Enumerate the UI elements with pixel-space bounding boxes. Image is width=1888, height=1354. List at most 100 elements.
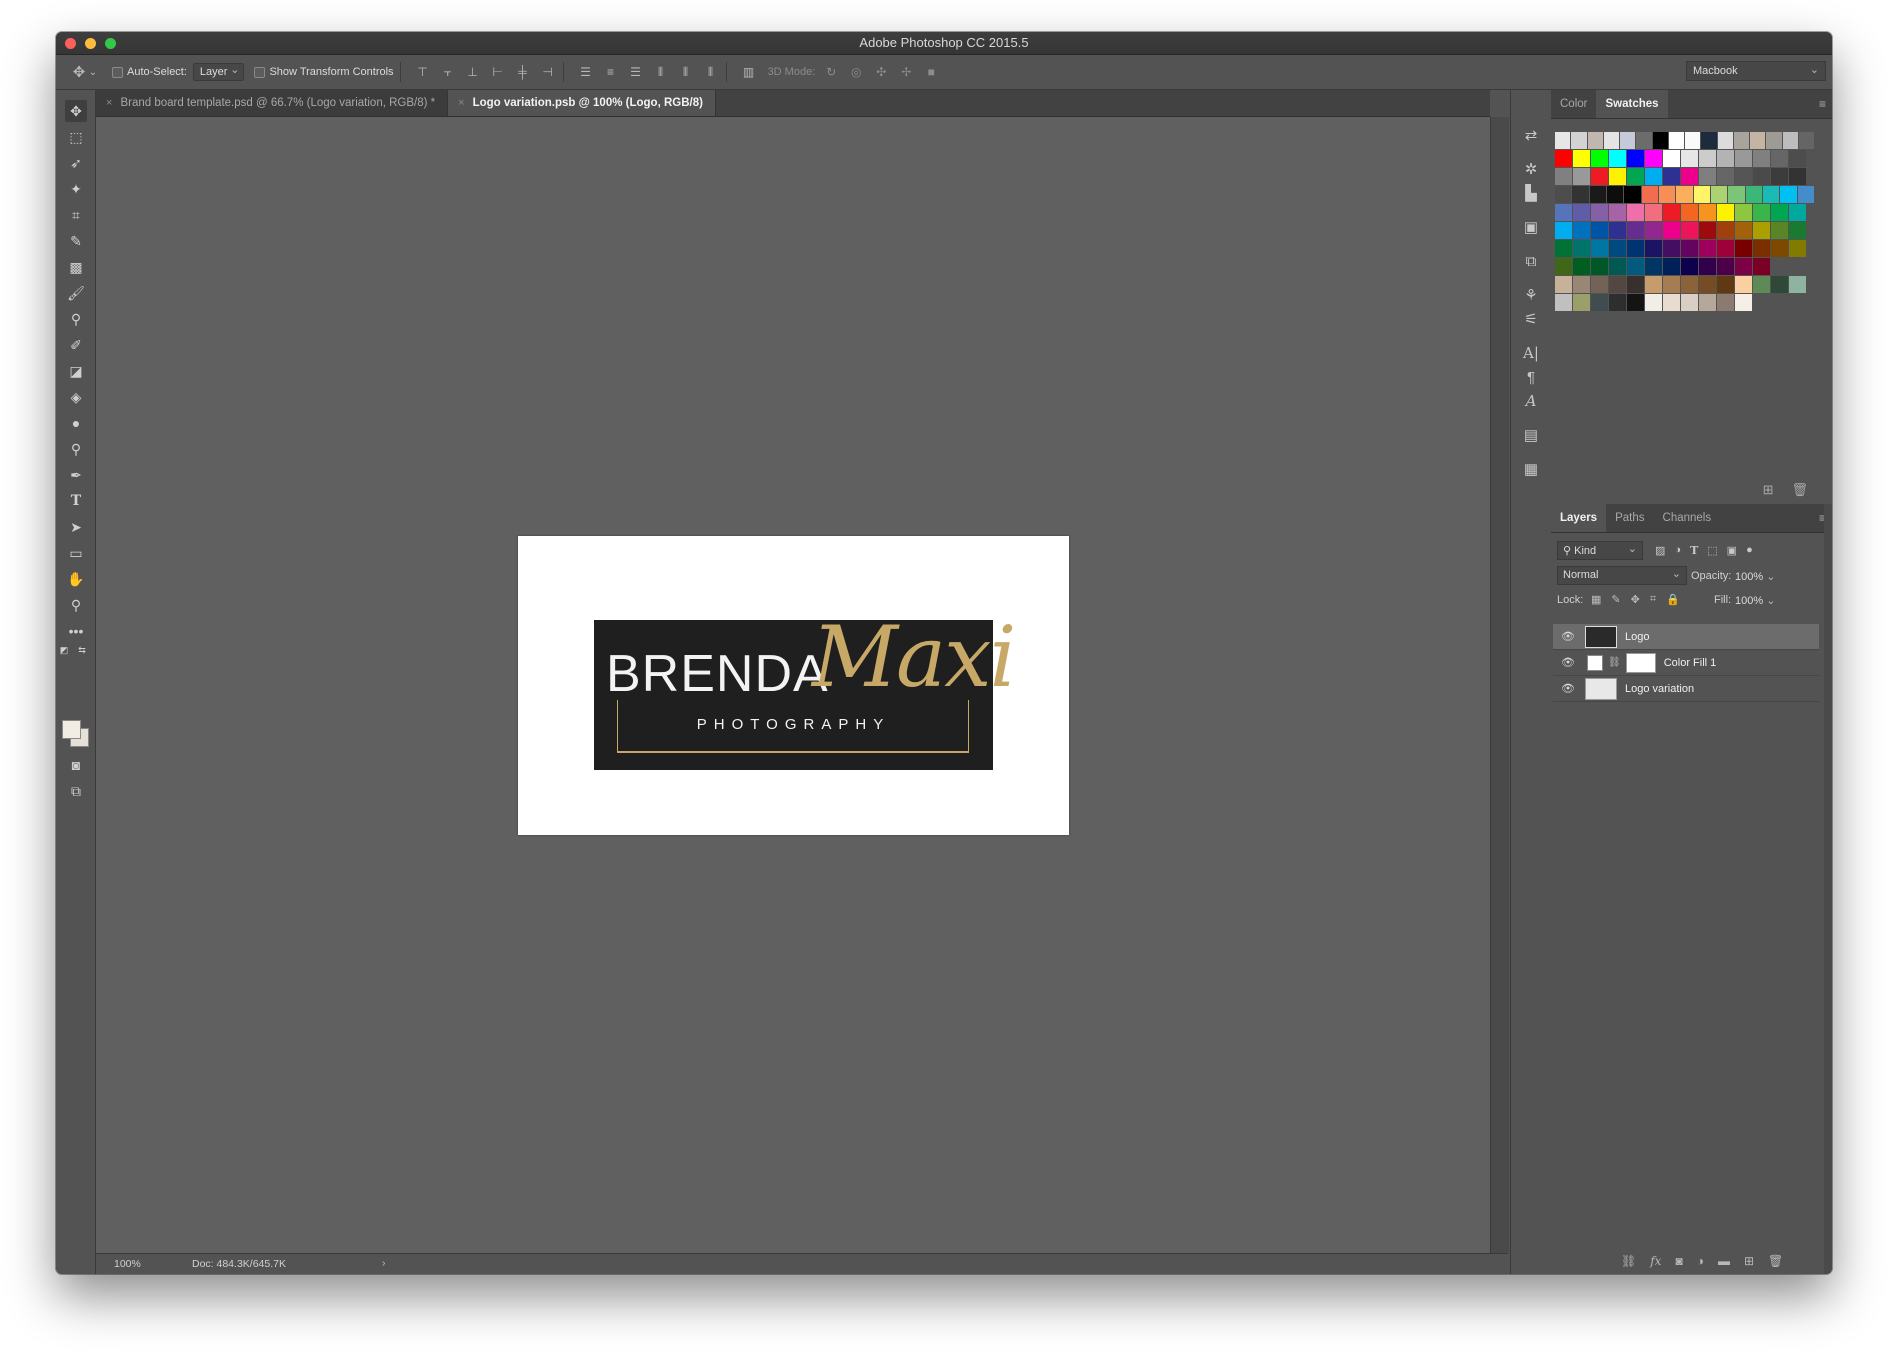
color-swatch[interactable] (1699, 168, 1716, 185)
panel-menu-icon[interactable]: ≡ (1819, 97, 1826, 111)
color-swatch[interactable] (1573, 258, 1590, 275)
color-swatch[interactable] (1771, 150, 1788, 167)
adjustments-panel-icon[interactable]: ✲ (1520, 158, 1542, 180)
color-swatch[interactable] (1645, 150, 1662, 167)
color-swatch[interactable] (1663, 168, 1680, 185)
healing-brush-tool-icon[interactable]: ▩ (65, 256, 87, 278)
color-swatch[interactable] (1663, 276, 1680, 293)
quick-mask-icon[interactable]: ◙ (65, 754, 87, 776)
visibility-eye-icon[interactable]: 👁 (1559, 682, 1577, 695)
document-tab-active[interactable]: × Logo variation.psb @ 100% (Logo, RGB/8… (448, 90, 716, 116)
visibility-eye-icon[interactable]: 👁 (1559, 630, 1577, 643)
color-swatch[interactable] (1681, 276, 1698, 293)
opacity-value[interactable]: 100% (1735, 570, 1775, 583)
auto-select-dropdown[interactable]: Layer (192, 63, 245, 81)
roll-3d-icon[interactable]: ◎ (847, 63, 865, 81)
color-swatch[interactable] (1728, 186, 1745, 203)
color-swatch[interactable] (1717, 204, 1734, 221)
color-swatch[interactable] (1789, 150, 1806, 167)
color-swatch[interactable] (1699, 258, 1716, 275)
color-swatch[interactable] (1587, 132, 1603, 149)
fill-value[interactable]: 100% (1735, 594, 1775, 607)
color-swatch[interactable] (1797, 186, 1814, 203)
auto-select-checkbox[interactable] (112, 66, 123, 78)
color-swatch[interactable] (1681, 150, 1698, 167)
lasso-tool-icon[interactable]: ➶ (65, 152, 87, 174)
color-swatch[interactable] (1572, 186, 1589, 203)
magic-wand-tool-icon[interactable]: ✦ (65, 178, 87, 200)
character-panel-icon[interactable]: A| (1520, 342, 1542, 364)
shape-filter-icon[interactable]: ⬚ (1707, 544, 1717, 557)
color-swatch[interactable] (1681, 258, 1698, 275)
color-swatch[interactable] (1771, 168, 1788, 185)
paragraph-panel-icon[interactable]: ¶ (1520, 366, 1542, 388)
color-swatch[interactable] (1676, 186, 1693, 203)
color-swatch[interactable] (1591, 276, 1608, 293)
color-swatch[interactable] (1663, 222, 1680, 239)
color-swatch[interactable] (1681, 222, 1698, 239)
adjustment-layer-icon[interactable]: ◑ (1697, 1254, 1704, 1268)
color-swatch[interactable] (1735, 258, 1752, 275)
color-swatch[interactable] (1663, 258, 1680, 275)
color-swatch[interactable] (1627, 258, 1644, 275)
color-swatch[interactable] (1701, 132, 1717, 149)
color-swatch[interactable] (1573, 240, 1590, 257)
color-swatch[interactable] (1699, 276, 1716, 293)
more-tools-icon[interactable]: ••• (65, 620, 87, 642)
color-swatch[interactable] (1789, 204, 1806, 221)
tab-color[interactable]: Color (1551, 90, 1596, 118)
color-swatch[interactable] (1636, 132, 1652, 149)
color-swatch[interactable] (1627, 222, 1644, 239)
color-swatch[interactable] (1573, 168, 1590, 185)
color-swatch[interactable] (1693, 186, 1710, 203)
type-tool-icon[interactable]: T (65, 490, 87, 512)
smart-object-filter-icon[interactable]: ▣ (1727, 544, 1737, 557)
eraser-tool-icon[interactable]: ◪ (65, 360, 87, 382)
color-swatch[interactable] (1645, 240, 1662, 257)
link-chain-icon[interactable]: ⛓ (1608, 657, 1621, 668)
camera-3d-icon[interactable]: ■ (922, 63, 940, 81)
color-swatch[interactable] (1699, 150, 1716, 167)
default-colors-icon[interactable]: ◩ (58, 644, 70, 656)
color-swatch[interactable] (1663, 204, 1680, 221)
color-swatch[interactable] (1573, 222, 1590, 239)
layer-comps-panel-icon[interactable]: ▤ (1520, 424, 1542, 446)
lock-image-icon[interactable]: ✎ (1611, 593, 1620, 606)
color-swatch[interactable] (1735, 276, 1752, 293)
tab-paths[interactable]: Paths (1606, 504, 1653, 532)
color-swatch[interactable] (1591, 150, 1608, 167)
distribute-top-icon[interactable]: ☰ (577, 63, 595, 81)
color-swatch[interactable] (1573, 276, 1590, 293)
lock-transparent-icon[interactable]: ▦ (1591, 593, 1601, 606)
color-swatch[interactable] (1555, 168, 1572, 185)
glyphs-panel-icon[interactable]: A (1520, 390, 1542, 412)
link-layers-icon[interactable]: ⛓ (1621, 1254, 1636, 1268)
color-swatch[interactable] (1717, 150, 1734, 167)
history-brush-tool-icon[interactable]: ✐ (65, 334, 87, 356)
clone-source-panel-icon[interactable]: ⧉ (1520, 250, 1542, 272)
color-swatch[interactable] (1624, 186, 1641, 203)
color-swatch[interactable] (1771, 240, 1788, 257)
color-swatch[interactable] (1609, 276, 1626, 293)
color-swatch[interactable] (1645, 276, 1662, 293)
color-swatch[interactable] (1681, 168, 1698, 185)
color-swatch[interactable] (1735, 150, 1752, 167)
color-swatch[interactable] (1789, 168, 1806, 185)
color-swatch[interactable] (1609, 204, 1626, 221)
clone-stamp-tool-icon[interactable]: ⚲ (65, 308, 87, 330)
align-right-icon[interactable]: ⊣ (539, 63, 557, 81)
color-swatch[interactable] (1753, 168, 1770, 185)
color-swatch[interactable] (1717, 240, 1734, 257)
tab-channels[interactable]: Channels (1654, 504, 1721, 532)
color-swatch[interactable] (1735, 294, 1752, 311)
color-swatch[interactable] (1753, 276, 1770, 293)
color-swatch[interactable] (1627, 168, 1644, 185)
visibility-eye-icon[interactable]: 👁 (1559, 656, 1577, 669)
pen-tool-icon[interactable]: ✒ (65, 464, 87, 486)
layer-row-logo[interactable]: 👁 Logo (1553, 624, 1819, 650)
color-swatch[interactable] (1735, 240, 1752, 257)
color-swatch[interactable] (1771, 204, 1788, 221)
color-swatch[interactable] (1627, 240, 1644, 257)
color-swatch[interactable] (1573, 204, 1590, 221)
color-swatch[interactable] (1641, 186, 1658, 203)
